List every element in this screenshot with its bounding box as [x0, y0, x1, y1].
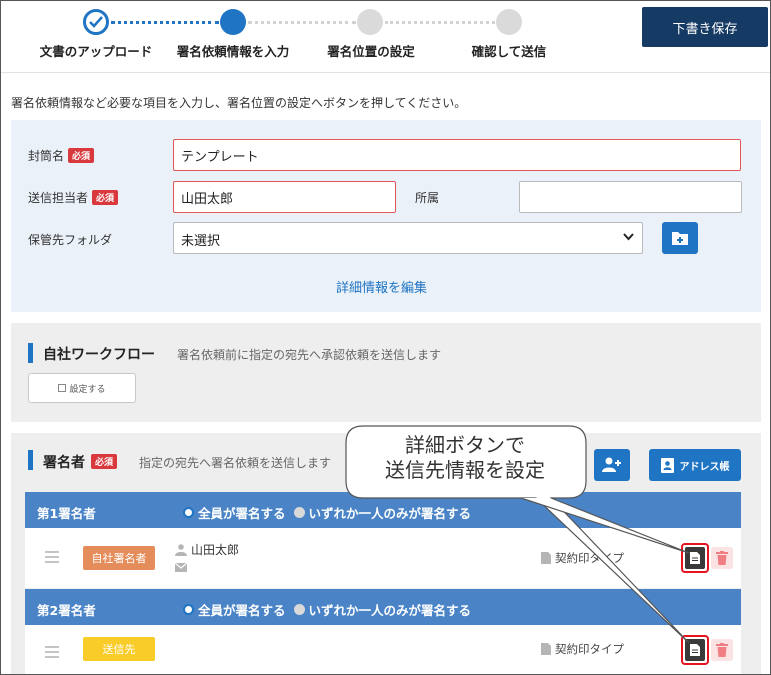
- signer-group-1-title: 第1署名者: [37, 506, 96, 521]
- signers-title: 署名者: [43, 455, 85, 471]
- step-2-label: 署名依頼情報を入力: [176, 44, 290, 59]
- folder-select-value: 未選択: [181, 234, 221, 249]
- radio-any-sign[interactable]: [293, 507, 305, 518]
- checkbox-icon: [58, 384, 67, 392]
- sender-input[interactable]: [173, 181, 396, 213]
- signer-detail-button[interactable]: [681, 543, 709, 573]
- section-marker: [28, 450, 33, 470]
- signer-name: 山田太郎: [191, 543, 240, 557]
- step-connector-1: [111, 21, 219, 24]
- signer-row-2: 送信先 契約印タイプ: [25, 625, 741, 674]
- callout-line-1: 詳細ボタンで: [405, 433, 525, 457]
- step-3-circle: [357, 9, 383, 35]
- doc-type: 契約印タイプ: [541, 641, 624, 657]
- folder-label: 保管先フォルダ: [28, 233, 113, 247]
- signers-description: 指定の宛先へ署名依頼を送信します: [139, 456, 332, 470]
- folder-plus-icon: [672, 232, 688, 245]
- signer-type-badge: 自社署名者: [83, 546, 155, 570]
- callout-line-2: 送信先情報を設定: [385, 458, 545, 482]
- option-any-label: いずれか一人のみが署名する: [308, 603, 472, 618]
- affiliation-input[interactable]: [519, 181, 742, 213]
- delete-signer-button[interactable]: [711, 639, 733, 661]
- step-4-circle: [496, 9, 522, 35]
- document-icon: [541, 552, 551, 564]
- address-book-label: アドレス帳: [679, 461, 730, 473]
- affiliation-label: 所属: [415, 191, 440, 205]
- required-badge: 必須: [91, 454, 118, 469]
- workflow-setting-button[interactable]: 設定する: [28, 373, 136, 403]
- doc-type: 契約印タイプ: [541, 550, 624, 566]
- detail-document-icon: [685, 547, 705, 569]
- signer-row-1: 自社署名者 山田太郎 契約印タイプ: [25, 528, 741, 588]
- envelope-label-text: 封筒名: [28, 149, 65, 163]
- edit-details-link[interactable]: 詳細情報を編集: [336, 277, 427, 296]
- section-marker: [28, 343, 33, 363]
- save-draft-button[interactable]: 下書き保存: [642, 7, 768, 47]
- step-1-check-icon: [83, 9, 109, 35]
- chevron-down-icon: [623, 233, 634, 241]
- intro-text: 署名依頼情報など必要な項目を入力し、署名位置の設定へボタンを押してください。: [11, 96, 467, 110]
- progress-stepper: 文書のアップロード 署名依頼情報を入力 署名位置の設定 確認して送信 下書き保存: [1, 1, 770, 73]
- detail-document-icon: [685, 639, 705, 661]
- workflow-description: 署名依頼前に指定の宛先へ承認依頼を送信します: [177, 348, 442, 362]
- drag-handle-icon[interactable]: [45, 551, 59, 566]
- sender-label: 送信担当者 必須: [28, 189, 119, 206]
- workflow-panel: 自社ワークフロー 署名依頼前に指定の宛先へ承認依頼を送信します 設定する: [11, 323, 761, 422]
- add-folder-button[interactable]: [662, 222, 698, 254]
- request-info-panel: 封筒名 必須 送信担当者 必須 所属 保管先フォルダ 未選択 詳細情報を編集: [11, 120, 761, 312]
- step-3-label: 署名位置の設定: [327, 44, 415, 59]
- option-all-label: 全員が署名する: [198, 506, 286, 521]
- doc-type-label: 契約印タイプ: [555, 642, 624, 656]
- option-all-label: 全員が署名する: [198, 603, 286, 618]
- address-book-button[interactable]: アドレス帳: [649, 449, 741, 481]
- signer-group-2-header: 第2署名者 全員が署名する いずれか一人のみが署名する: [25, 589, 741, 625]
- document-icon: [541, 643, 551, 655]
- required-badge: 必須: [68, 148, 95, 163]
- add-signer-button[interactable]: [594, 449, 630, 481]
- signer-type-badge: 送信先: [83, 637, 155, 661]
- step-2-circle: [220, 9, 246, 35]
- option-any-label: いずれか一人のみが署名する: [308, 506, 472, 521]
- signing-request-page: 文書のアップロード 署名依頼情報を入力 署名位置の設定 確認して送信 下書き保存…: [0, 0, 771, 675]
- callout-text: 詳細ボタンで 送信先情報を設定: [345, 433, 585, 483]
- step-connector-2: [248, 21, 356, 24]
- signer-group-2-options: 全員が署名する いずれか一人のみが署名する: [183, 600, 471, 619]
- signer-group-1-options: 全員が署名する いずれか一人のみが署名する: [183, 503, 471, 522]
- workflow-setting-label: 設定する: [69, 384, 106, 395]
- trash-icon: [716, 551, 728, 565]
- mail-icon: [175, 563, 187, 572]
- doc-type-label: 契約印タイプ: [555, 551, 624, 565]
- signer-detail-button[interactable]: [681, 635, 709, 665]
- signer-person: 山田太郎: [175, 541, 239, 558]
- folder-select[interactable]: 未選択: [173, 222, 643, 254]
- address-book-icon: [660, 457, 674, 473]
- step-4-label: 確認して送信: [471, 44, 547, 59]
- signer-group-1-header: 第1署名者 全員が署名する いずれか一人のみが署名する: [25, 492, 741, 528]
- drag-handle-icon[interactable]: [45, 646, 59, 661]
- signer-group-2-title: 第2署名者: [37, 603, 96, 618]
- trash-icon: [716, 643, 728, 657]
- radio-all-sign[interactable]: [183, 507, 194, 518]
- radio-all-sign[interactable]: [183, 604, 194, 615]
- envelope-name-input[interactable]: [173, 139, 741, 171]
- sender-label-text: 送信担当者: [28, 191, 89, 205]
- required-badge: 必須: [92, 190, 119, 205]
- step-connector-3: [385, 21, 495, 24]
- step-1-label: 文書のアップロード: [39, 44, 153, 59]
- person-add-icon: [602, 457, 621, 472]
- radio-any-sign[interactable]: [293, 604, 305, 615]
- workflow-title: 自社ワークフロー: [43, 347, 155, 363]
- delete-signer-button[interactable]: [711, 547, 733, 569]
- envelope-label: 封筒名 必須: [28, 147, 95, 164]
- person-icon: [175, 543, 187, 556]
